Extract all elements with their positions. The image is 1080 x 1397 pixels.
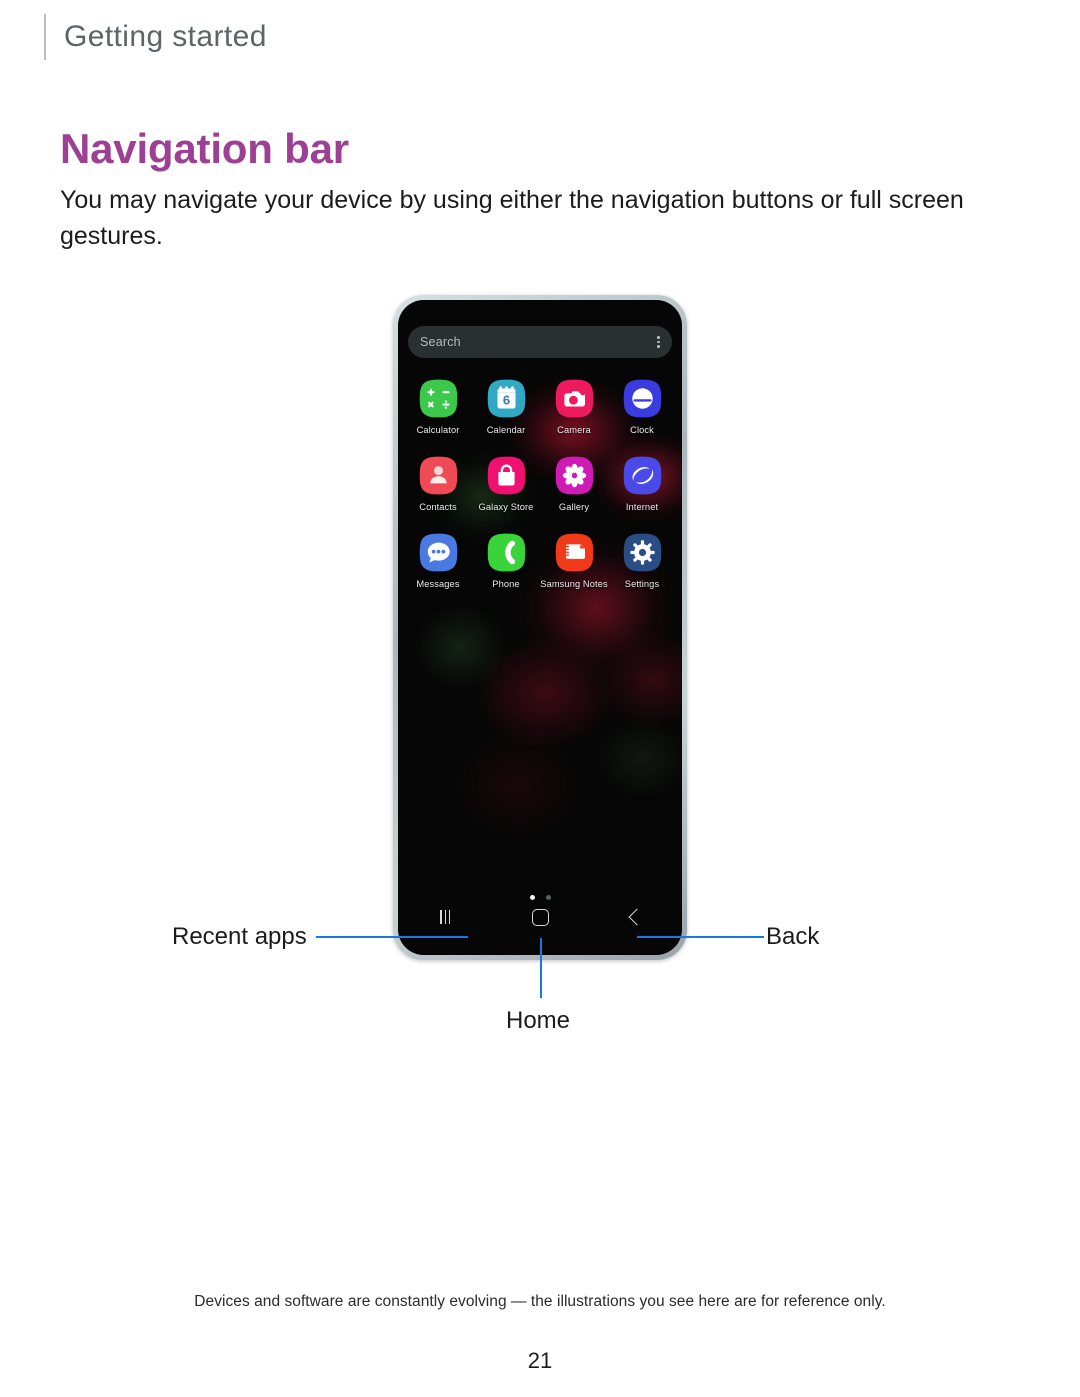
app-label: Calendar [486, 425, 526, 435]
back-button[interactable] [587, 897, 682, 937]
app-item[interactable]: Samsung Notes [540, 532, 608, 590]
app-item[interactable]: Camera [540, 378, 608, 436]
app-item[interactable]: Galaxy Store [472, 455, 540, 513]
back-icon [628, 908, 646, 926]
search-input[interactable]: Search [420, 335, 461, 349]
app-label: Settings [624, 579, 660, 590]
home-icon [531, 908, 549, 926]
calculator-icon[interactable] [418, 378, 459, 419]
header-divider-rule [44, 14, 46, 60]
camera-icon[interactable] [554, 378, 595, 419]
recent-apps-icon [440, 910, 451, 924]
app-label: Calculator [416, 425, 460, 435]
app-label: Contacts [419, 502, 457, 513]
app-item[interactable]: Settings [608, 532, 676, 590]
app-label: Phone [492, 579, 520, 590]
app-grid: Calculator 6 Calendar Camera Clock Contac… [404, 378, 676, 609]
recent-apps-button[interactable] [398, 897, 493, 937]
running-header: Getting started [44, 14, 267, 60]
internet-icon[interactable] [622, 455, 663, 496]
callout-line-home [540, 938, 542, 998]
phone-screen: Search Calculator 6 Calendar Camera Cloc… [398, 300, 682, 955]
app-label: Galaxy Store [478, 502, 534, 513]
app-label: Samsung Notes [540, 579, 608, 590]
home-button[interactable] [493, 897, 588, 937]
messages-icon[interactable] [418, 532, 459, 573]
callout-line-back [637, 936, 764, 938]
settings-icon[interactable] [622, 532, 663, 573]
galaxy-store-icon[interactable] [486, 455, 527, 496]
more-vertical-icon[interactable] [657, 335, 660, 349]
app-label: Gallery [558, 502, 590, 513]
page-number: 21 [527, 1348, 553, 1373]
app-label: Messages [416, 579, 460, 590]
samsung-notes-icon[interactable] [554, 532, 595, 573]
app-item[interactable]: Calculator [404, 378, 472, 436]
page-title: Navigation bar [60, 125, 349, 173]
callout-label-recent-apps: Recent apps [172, 923, 307, 950]
app-item[interactable]: 6 Calendar [472, 378, 540, 436]
app-item[interactable]: Gallery [540, 455, 608, 513]
app-item[interactable]: Messages [404, 532, 472, 590]
search-bar[interactable]: Search [408, 326, 672, 358]
app-item[interactable]: Clock [608, 378, 676, 436]
svg-text:6: 6 [502, 392, 509, 407]
app-label: Camera [557, 425, 591, 435]
app-item[interactable]: Internet [608, 455, 676, 513]
phone-icon[interactable] [486, 532, 527, 573]
contacts-icon[interactable] [418, 455, 459, 496]
callout-line-recent-apps [316, 936, 468, 938]
calendar-icon[interactable]: 6 [486, 378, 527, 419]
clock-icon[interactable] [622, 378, 663, 419]
app-label: Internet [625, 502, 659, 513]
app-label: Clock [630, 425, 654, 435]
phone-illustration: Search Calculator 6 Calendar Camera Cloc… [393, 295, 687, 960]
navigation-bar [398, 897, 682, 937]
gallery-icon[interactable] [554, 455, 595, 496]
callout-label-back: Back [766, 923, 820, 950]
app-item[interactable]: Phone [472, 532, 540, 590]
footer-note: Devices and software are constantly evol… [194, 1293, 886, 1310]
intro-paragraph: You may navigate your device by using ei… [60, 186, 964, 250]
callout-label-home: Home [506, 1007, 571, 1034]
app-item[interactable]: Contacts [404, 455, 472, 513]
running-header-label: Getting started [64, 20, 267, 53]
